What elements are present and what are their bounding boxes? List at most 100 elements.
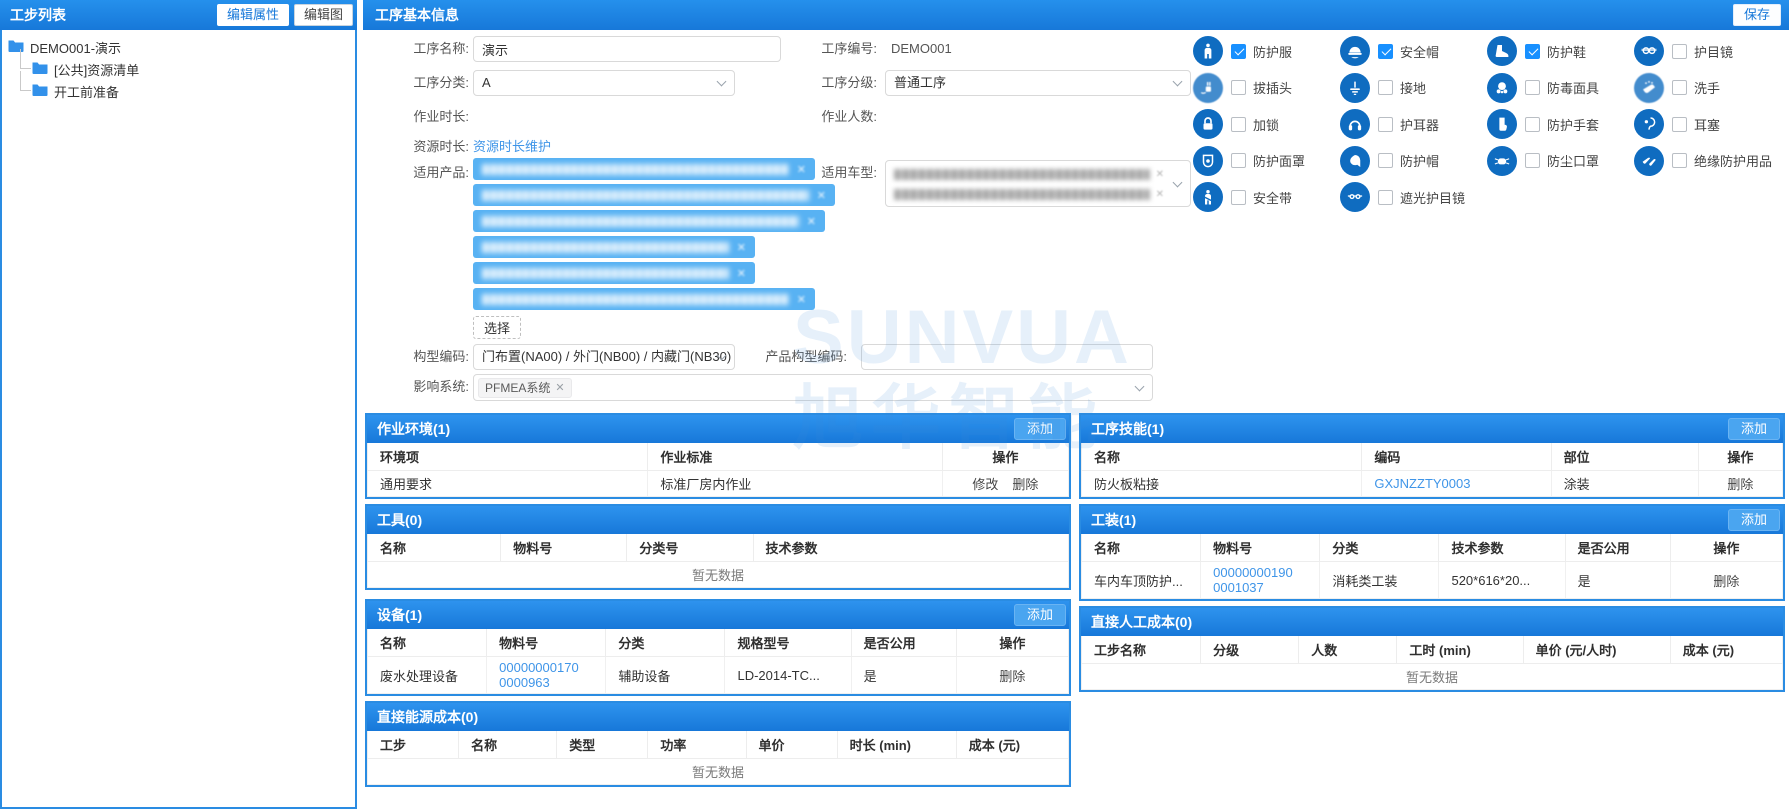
protective-gloves-checkbox[interactable] xyxy=(1525,117,1540,132)
ear-muffs-checkbox[interactable] xyxy=(1378,117,1393,132)
face-shield-icon xyxy=(1193,146,1223,176)
ear-plugs-checkbox[interactable] xyxy=(1672,117,1687,132)
ppe-grid: 防护服 安全帽 防护鞋 护目镜 拔插头 xyxy=(1193,33,1781,216)
unplug-checkbox[interactable] xyxy=(1231,80,1246,95)
product-tag-redacted[interactable]: ████████████████████████████████████████… xyxy=(473,184,835,206)
remove-tag-icon[interactable]: ✕ xyxy=(555,379,564,397)
impact-system-label: 影响系统: xyxy=(381,374,469,400)
product-config-code-input[interactable] xyxy=(861,344,1153,370)
app-window: 工步列表 编辑属性 编辑图 DEMO001-演示 [公共]资源清单 开工前准备 … xyxy=(0,0,1789,811)
workstep-panel-header: 工步列表 编辑属性 编辑图 xyxy=(0,0,357,30)
wash-hands-icon xyxy=(1634,73,1664,103)
ppe-item-lockout: 加锁 xyxy=(1193,109,1340,139)
save-button[interactable]: 保存 xyxy=(1733,4,1781,26)
remove-tag-icon[interactable]: ✕ xyxy=(737,267,746,280)
column-header: 单价 (元/人时) xyxy=(1523,636,1670,664)
lockout-checkbox[interactable] xyxy=(1231,117,1246,132)
wash-hands-checkbox[interactable] xyxy=(1672,80,1687,95)
equipment-table: 设备(1) 添加 名称物料号分类规格型号是否公用操作废水处理设备00000000… xyxy=(365,599,1071,696)
remove-tag-icon[interactable]: ✕ xyxy=(807,215,816,228)
chevron-down-icon xyxy=(1135,381,1145,391)
tools-table: 工具(0) 名称物料号分类号技术参数暂无数据 xyxy=(365,504,1071,590)
row-action-修改[interactable]: 修改 xyxy=(972,477,998,492)
process-info-header: 工序基本信息 保存 xyxy=(363,0,1789,30)
fixtures-table: 工装(1) 添加 名称物料号分类技术参数是否公用操作车内车顶防护...00000… xyxy=(1079,504,1785,601)
folder-icon xyxy=(32,61,48,77)
add-skill-button[interactable]: 添加 xyxy=(1728,418,1780,440)
remove-tag-icon[interactable]: ✕ xyxy=(797,293,806,306)
row-action-删除[interactable]: 删除 xyxy=(1713,574,1739,589)
tree-node-resources[interactable]: [公共]资源清单 xyxy=(32,58,338,80)
add-work-env-button[interactable]: 添加 xyxy=(1014,418,1066,440)
cell-link[interactable]: GXJNZZTY0003 xyxy=(1374,476,1470,491)
protective-cap-checkbox[interactable] xyxy=(1378,153,1393,168)
column-header: 工时 (min) xyxy=(1397,636,1523,664)
ppe-item-grounding: 接地 xyxy=(1340,73,1487,103)
column-header: 分类号 xyxy=(627,534,753,562)
remove-tag-icon[interactable]: ✕ xyxy=(817,189,826,202)
ppe-item-ear-plugs: 耳塞 xyxy=(1634,109,1781,139)
cell-link[interactable]: 0000963 xyxy=(499,675,550,690)
dust-mask-checkbox[interactable] xyxy=(1525,153,1540,168)
resource-duration-link[interactable]: 资源时长维护 xyxy=(473,134,551,160)
process-level-select[interactable]: 普通工序 xyxy=(885,70,1191,96)
protective-clothing-checkbox[interactable] xyxy=(1231,44,1246,59)
product-tag-redacted[interactable]: ██████████████████████████████████✕ xyxy=(473,236,755,258)
column-header: 操作 xyxy=(942,443,1068,471)
table-row: 防火板粘接GXJNZZTY0003涂装删除 xyxy=(1082,471,1783,497)
cell-link[interactable]: 00000000190 xyxy=(1213,565,1293,580)
safety-harness-checkbox[interactable] xyxy=(1231,190,1246,205)
ppe-item-goggles: 护目镜 xyxy=(1634,36,1781,66)
row-action-删除[interactable]: 删除 xyxy=(1727,477,1753,492)
grounding-checkbox[interactable] xyxy=(1378,80,1393,95)
table-cell: 标准厂房内作业 xyxy=(648,471,942,497)
face-shield-checkbox[interactable] xyxy=(1231,153,1246,168)
goggles-checkbox[interactable] xyxy=(1672,44,1687,59)
impact-system-select[interactable]: PFMEA系统 ✕ xyxy=(473,374,1153,401)
skills-table: 工序技能(1) 添加 名称编码部位操作防火板粘接GXJNZZTY0003涂装删除 xyxy=(1079,413,1785,499)
edit-attributes-button[interactable]: 编辑属性 xyxy=(217,4,289,26)
shade-goggles-checkbox[interactable] xyxy=(1378,190,1393,205)
ppe-item-unplug: 拔插头 xyxy=(1193,73,1340,103)
safety-harness-icon xyxy=(1193,182,1223,212)
table-cell: 车内车顶防护... xyxy=(1082,562,1201,599)
column-header: 是否公用 xyxy=(1565,534,1670,562)
insulation-gear-checkbox[interactable] xyxy=(1672,153,1687,168)
ppe-item-insulation-gear: 绝缘防护用品 xyxy=(1634,146,1781,176)
table-cell: 000000001900001037 xyxy=(1201,562,1320,599)
safety-helmet-checkbox[interactable] xyxy=(1378,44,1393,59)
edit-diagram-button[interactable]: 编辑图 xyxy=(294,4,353,26)
product-tag-redacted[interactable]: ████████████████████████████████████████… xyxy=(473,210,825,232)
chevron-down-icon xyxy=(1173,77,1183,87)
remove-tag-icon[interactable]: ✕ xyxy=(737,241,746,254)
table-cell: 删除 xyxy=(1670,562,1782,599)
product-tag-redacted[interactable]: ██████████████████████████████████✕ xyxy=(473,262,755,284)
ppe-item-protective-gloves: 防护手套 xyxy=(1487,109,1634,139)
config-code-select[interactable]: 门布置(NA00) / 外门(NB00) / 内藏门(NB30) xyxy=(473,344,735,370)
process-name-input[interactable] xyxy=(473,36,781,62)
column-header: 人数 xyxy=(1299,636,1397,664)
skills-table-header: 工序技能(1) 添加 xyxy=(1081,415,1783,443)
cell-link[interactable]: 00000000170 xyxy=(499,660,579,675)
process-level-label: 工序分级: xyxy=(789,70,877,96)
process-category-select[interactable]: A xyxy=(473,70,735,96)
product-tag-redacted[interactable]: ████████████████████████████████████████… xyxy=(473,158,815,180)
gas-mask-checkbox[interactable] xyxy=(1525,80,1540,95)
cell-link[interactable]: 0001037 xyxy=(1213,580,1264,595)
column-header: 成本 (元) xyxy=(956,731,1068,759)
equipment-table-header: 设备(1) 添加 xyxy=(367,601,1069,629)
column-header: 成本 (元) xyxy=(1670,636,1782,664)
product-tag-redacted[interactable]: ████████████████████████████████████████… xyxy=(473,288,815,310)
choose-products-button[interactable]: 选择 xyxy=(473,316,521,339)
applicable-products-label: 适用产品: xyxy=(381,160,469,186)
grounding-icon xyxy=(1340,73,1370,103)
add-fixture-button[interactable]: 添加 xyxy=(1728,509,1780,531)
safety-shoes-checkbox[interactable] xyxy=(1525,44,1540,59)
column-header: 作业标准 xyxy=(648,443,942,471)
tree-node-preparation[interactable]: 开工前准备 xyxy=(32,80,338,102)
add-equipment-button[interactable]: 添加 xyxy=(1014,604,1066,626)
tree-node-root[interactable]: DEMO001-演示 xyxy=(8,36,338,58)
applicable-vehicle-select[interactable]: ██████████████████████████████████✕█████… xyxy=(885,160,1191,207)
row-action-删除[interactable]: 删除 xyxy=(1012,477,1038,492)
row-action-删除[interactable]: 删除 xyxy=(999,669,1025,684)
